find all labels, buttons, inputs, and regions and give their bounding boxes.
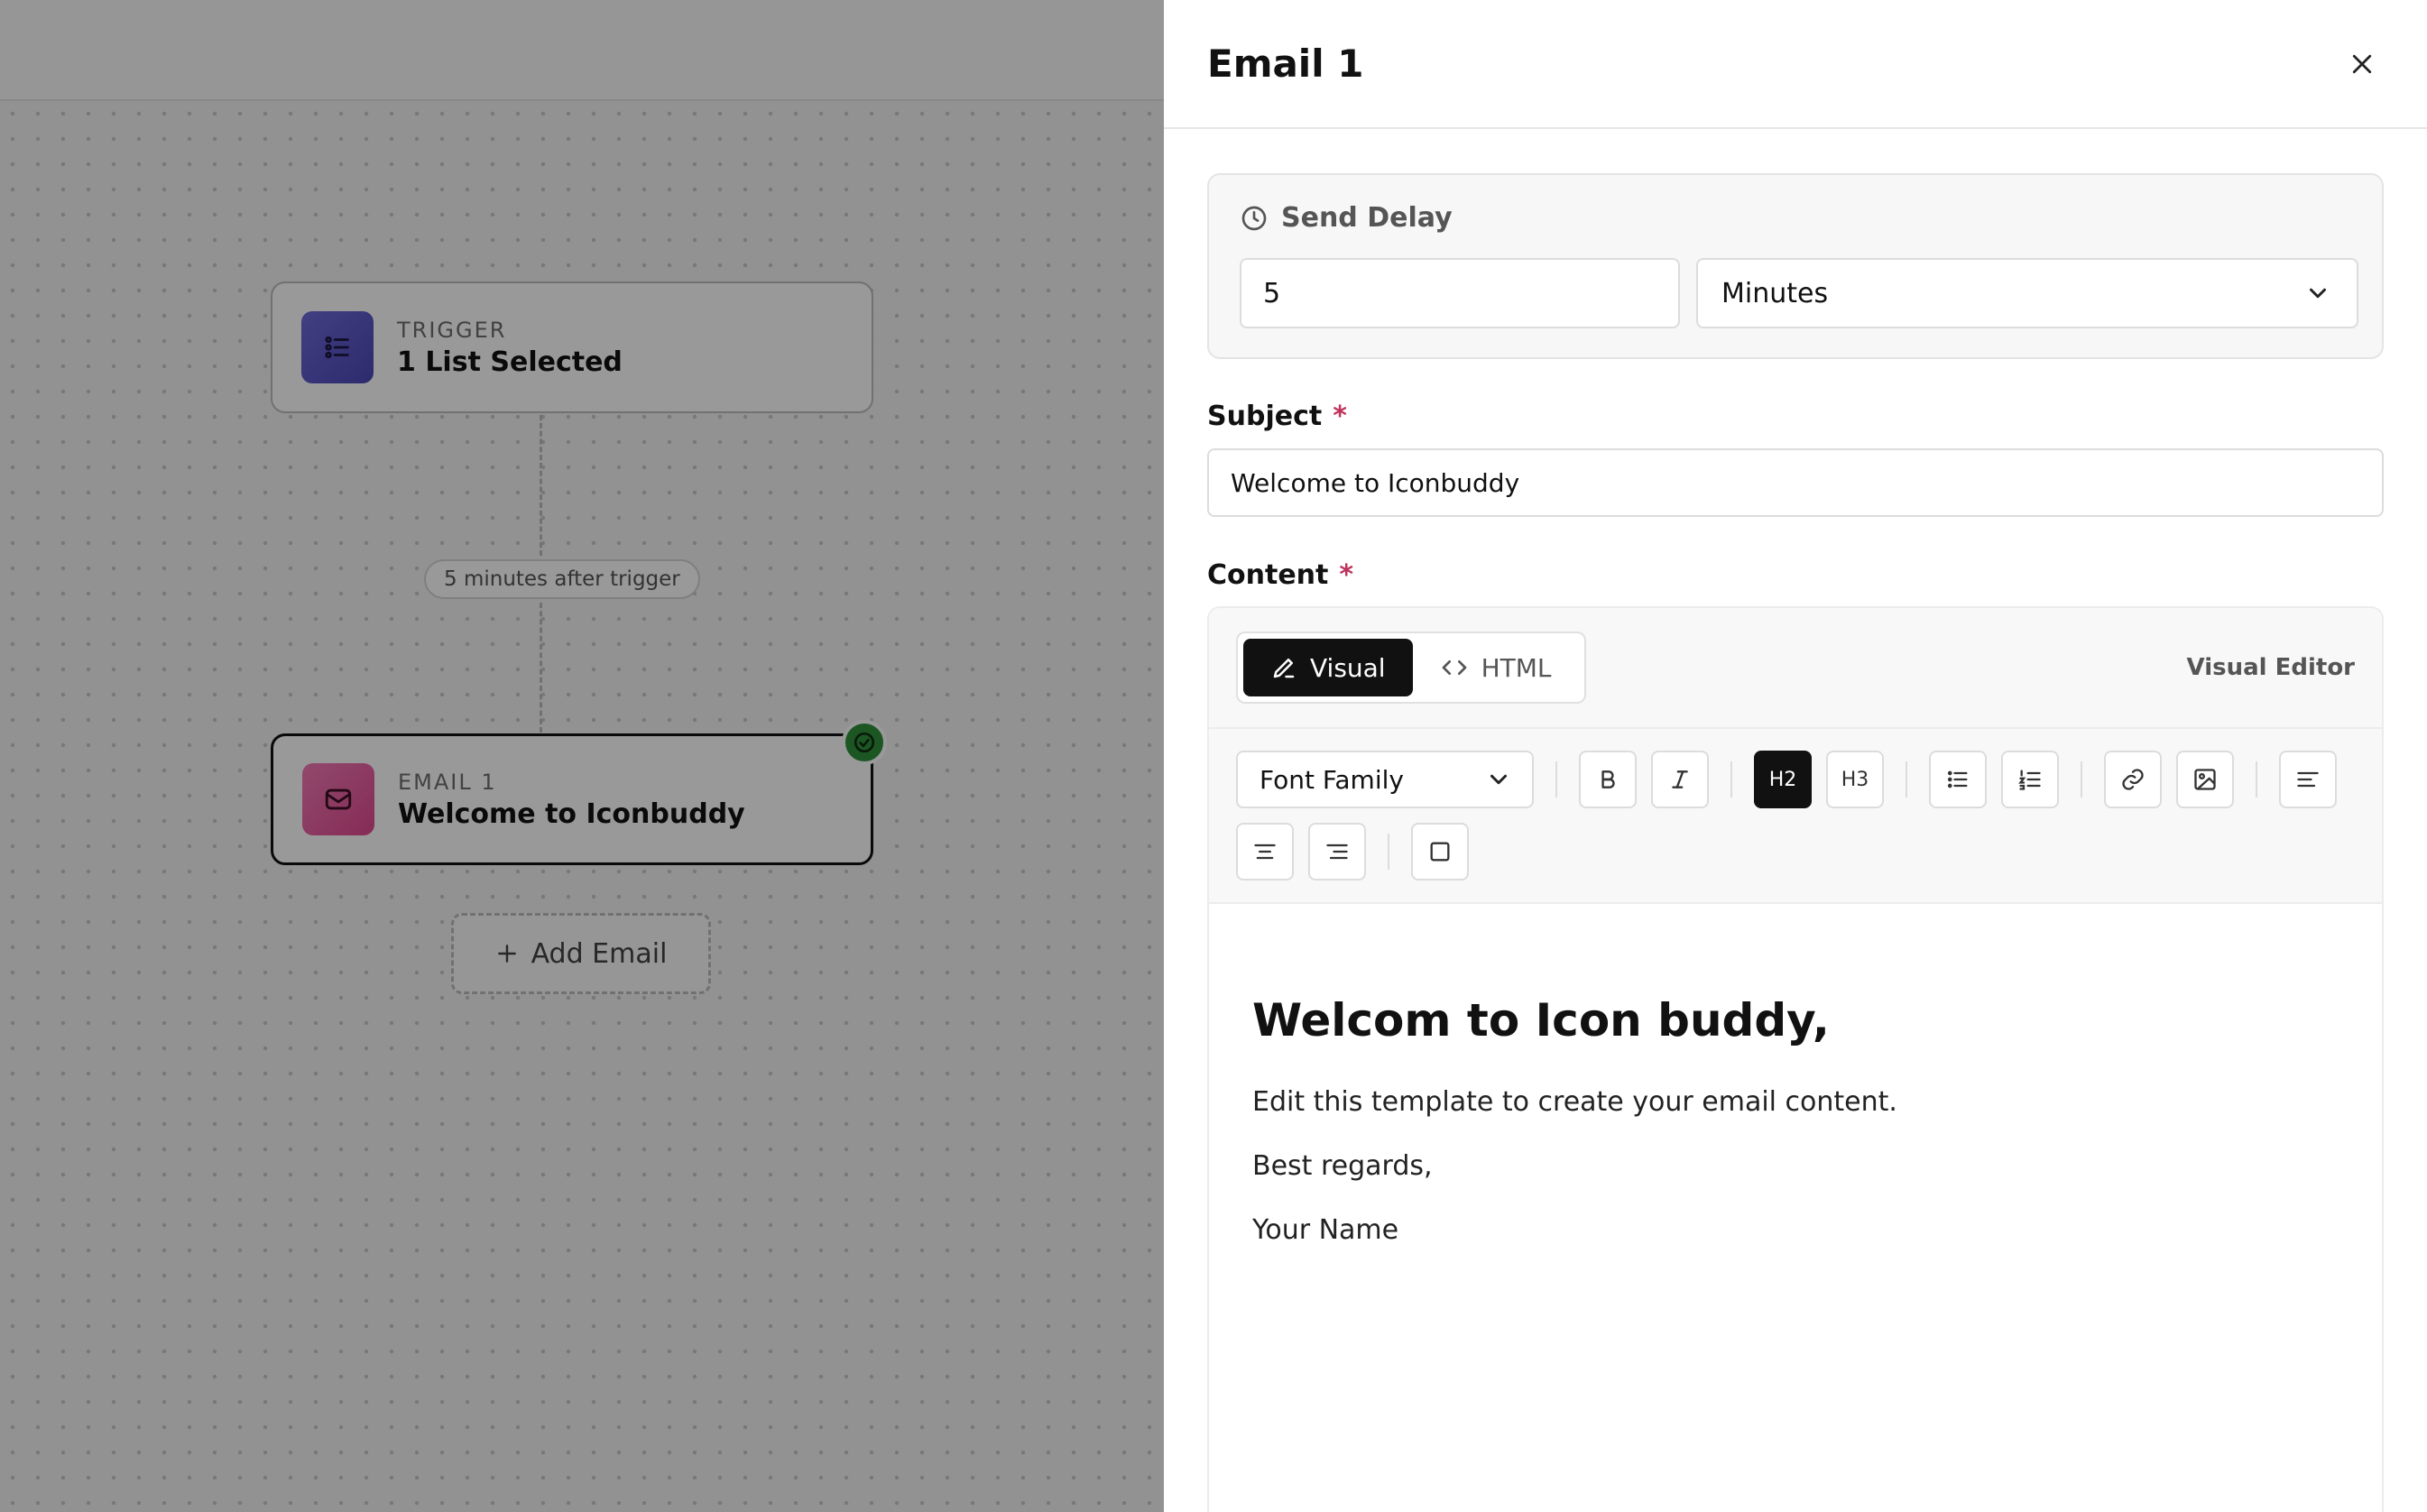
toolbar-divider — [1388, 834, 1389, 870]
toolbar-divider — [2081, 761, 2082, 797]
code-icon — [1442, 660, 1466, 675]
send-delay-card: Send Delay 5 Minutes — [1207, 173, 2384, 359]
heading-3-button[interactable]: H3 — [1826, 751, 1884, 808]
tab-visual[interactable]: Visual — [1243, 639, 1413, 696]
clock-icon — [1241, 206, 1267, 230]
bold-button[interactable] — [1579, 751, 1637, 808]
content-heading: Welcom to Icon buddy, — [1252, 994, 1830, 1046]
content-paragraph: Edit this template to create your email … — [1252, 1086, 1897, 1118]
numbered-list-button[interactable] — [2001, 751, 2059, 808]
subject-input[interactable]: Welcome to Iconbuddy — [1207, 448, 2384, 517]
square-icon — [1430, 842, 1450, 862]
editor-mode-tabs: Visual HTML — [1236, 632, 1586, 704]
toolbar-divider — [2256, 761, 2257, 797]
italic-button[interactable] — [1651, 751, 1709, 808]
editor-content-area[interactable]: Welcom to Icon buddy, Edit this template… — [1209, 904, 2382, 1246]
toolbar-divider — [1730, 761, 1732, 797]
close-button[interactable] — [2340, 42, 2384, 86]
pencil-icon — [1273, 659, 1295, 678]
chevron-down-icon — [2310, 288, 2326, 299]
content-paragraph: Your Name — [1252, 1214, 1399, 1246]
panel-title: Email 1 — [1207, 41, 1364, 86]
close-icon — [2352, 54, 2372, 73]
formatting-toolbar: Font Family H2 H3 — [1209, 729, 2382, 904]
content-editor: Visual HTML Visual Editor Font Family H2… — [1207, 606, 2384, 1512]
tab-html[interactable]: HTML — [1413, 639, 1579, 696]
align-right-icon — [1326, 844, 1348, 860]
toolbar-divider — [1906, 761, 1907, 797]
toolbar-divider — [1555, 761, 1557, 797]
align-right-button[interactable] — [1308, 823, 1366, 880]
required-mark: * — [1339, 559, 1354, 591]
heading-2-button[interactable]: H2 — [1754, 751, 1812, 808]
send-delay-value-input[interactable]: 5 — [1240, 258, 1680, 328]
bold-icon — [1601, 770, 1615, 788]
chevron-down-icon — [1490, 774, 1507, 785]
editor-mode-label: Visual Editor — [2186, 654, 2355, 681]
content-label: Content * — [1207, 559, 1354, 591]
link-button[interactable] — [2104, 751, 2162, 808]
panel-header: Email 1 — [1164, 0, 2427, 129]
send-delay-unit-select[interactable]: Minutes — [1696, 258, 2358, 328]
send-delay-label: Send Delay — [1240, 202, 1453, 234]
editor-mode-row: Visual HTML Visual Editor — [1209, 608, 2382, 729]
align-left-button[interactable] — [2279, 751, 2337, 808]
font-family-select[interactable]: Font Family — [1236, 751, 1534, 808]
align-center-icon — [1254, 844, 1276, 860]
image-button[interactable] — [2176, 751, 2234, 808]
link-icon — [2122, 769, 2144, 790]
content-paragraph: Best regards, — [1252, 1150, 1433, 1182]
subject-label: Subject * — [1207, 401, 1347, 432]
image-icon — [2194, 769, 2216, 790]
send-delay-unit-value: Minutes — [1721, 277, 1829, 309]
align-center-button[interactable] — [1236, 823, 1294, 880]
bullet-list-button[interactable] — [1929, 751, 1987, 808]
modal-backdrop[interactable] — [0, 0, 1164, 1512]
align-left-icon — [2297, 771, 2319, 788]
bullet-list-icon — [1947, 770, 1968, 788]
required-mark: * — [1333, 401, 1347, 432]
block-button[interactable] — [1411, 823, 1469, 880]
numbered-list-icon — [2018, 770, 2041, 790]
email-settings-panel: Email 1 Send Delay 5 Minutes Subject * We… — [1164, 0, 2427, 1512]
workflow-canvas[interactable]: TRIGGER 1 List Selected 5 minutes after … — [0, 0, 1164, 1512]
italic-icon — [1672, 770, 1688, 788]
